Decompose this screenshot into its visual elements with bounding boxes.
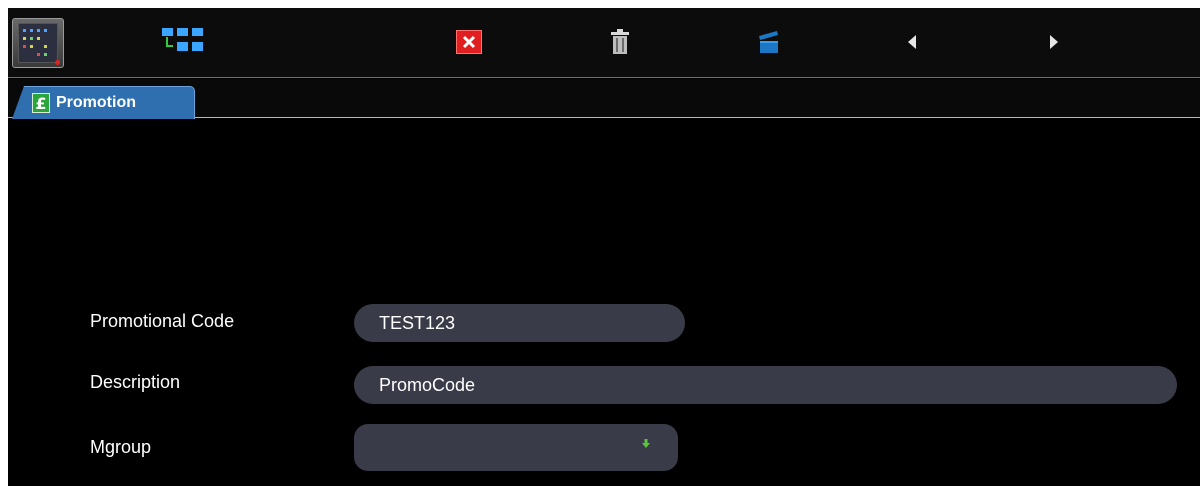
layout-button[interactable] [158,26,212,58]
toolbar [8,8,1200,78]
status-dot [55,60,60,65]
description-value: PromoCode [379,374,476,395]
previous-button[interactable] [902,26,922,58]
pound-icon: £ [32,93,50,113]
tab-promotion[interactable]: £ Promotion [12,86,195,119]
mgroup-label: Mgroup [90,437,152,457]
layout-grid-icon [162,28,203,51]
clapper-button[interactable] [756,26,784,58]
promo-code-field[interactable]: TEST123 [354,304,685,342]
app-window: £ Promotion Promotional Code TEST123 Des… [8,8,1200,486]
delete-button[interactable] [608,26,632,58]
app-launcher-icon [18,23,58,63]
triangle-left-icon [908,35,916,49]
description-label: Description [90,372,181,392]
trash-icon [611,29,629,54]
promo-code-label: Promotional Code [90,311,235,331]
chevron-down-icon [642,439,650,448]
app-launcher-button[interactable] [12,18,64,68]
close-icon [462,35,476,49]
next-button[interactable] [1044,26,1064,58]
description-field[interactable]: PromoCode [354,366,1177,404]
clapperboard-icon [759,31,778,53]
mgroup-dropdown[interactable] [354,424,678,471]
triangle-right-icon [1050,35,1058,49]
tab-strip: £ Promotion [8,79,1200,119]
tab-promotion-label: Promotion [56,94,136,111]
promo-code-value: TEST123 [379,312,456,333]
close-button[interactable] [456,30,482,54]
